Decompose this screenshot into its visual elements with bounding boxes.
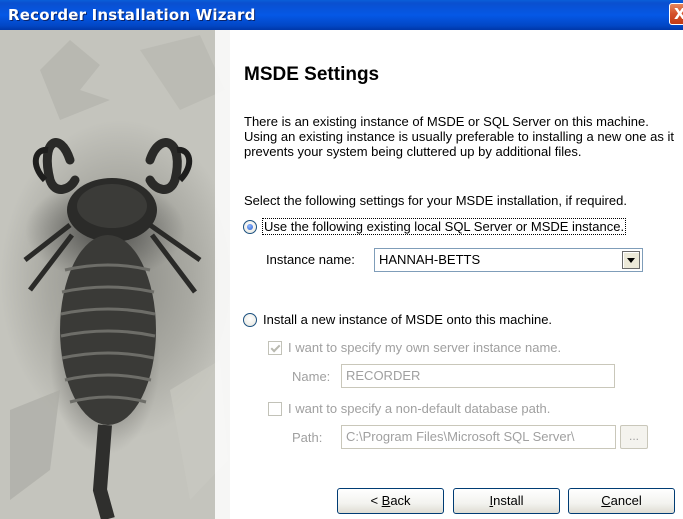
radio-existing-instance[interactable]: Use the following existing local SQL Ser…: [243, 218, 627, 235]
radio-new-label[interactable]: Install a new instance of MSDE onto this…: [263, 312, 552, 327]
side-illustration: [0, 30, 230, 519]
name-field[interactable]: RECORDER: [341, 364, 615, 388]
chevron-down-icon[interactable]: [622, 251, 640, 269]
checkbox-specify-path-box[interactable]: [268, 401, 282, 416]
back-button-prefix: <: [370, 493, 382, 508]
title-bar[interactable]: Recorder Installation Wizard X: [0, 0, 683, 30]
checkbox-specify-name-label[interactable]: I want to specify my own server instance…: [288, 340, 561, 355]
checkbox-specify-path-label[interactable]: I want to specify a non-default database…: [288, 401, 550, 416]
path-field-value: C:\Program Files\Microsoft SQL Server\: [346, 429, 575, 444]
install-button[interactable]: Install: [453, 488, 560, 514]
cancel-button-mnemonic: C: [601, 493, 611, 508]
wizard-window: Recorder Installation Wizard X MSDE Sett…: [0, 0, 683, 519]
radio-new-indicator[interactable]: [243, 312, 257, 327]
window-title: Recorder Installation Wizard: [8, 6, 256, 24]
select-prompt: Select the following settings for your M…: [244, 193, 627, 208]
radio-existing-indicator[interactable]: [243, 219, 257, 234]
instance-name-value: HANNAH-BETTS: [379, 252, 481, 267]
back-button-rest: ack: [390, 493, 411, 508]
name-field-value: RECORDER: [346, 368, 421, 383]
close-button[interactable]: X: [669, 3, 683, 25]
checkbox-specify-name[interactable]: I want to specify my own server instance…: [268, 340, 561, 355]
path-field[interactable]: C:\Program Files\Microsoft SQL Server\: [341, 425, 616, 449]
instance-name-label: Instance name:: [266, 252, 355, 267]
scorpion-illustration: [10, 30, 230, 519]
page-description: There is an existing instance of MSDE or…: [244, 114, 674, 159]
cancel-button[interactable]: Cancel: [568, 488, 675, 514]
name-label: Name:: [292, 369, 331, 384]
back-button[interactable]: < Back: [337, 488, 444, 514]
close-icon: X: [674, 5, 683, 23]
checkbox-specify-name-box[interactable]: [268, 340, 282, 355]
checkbox-specify-path[interactable]: I want to specify a non-default database…: [268, 401, 550, 416]
install-button-rest: nstall: [493, 493, 524, 508]
path-label: Path:: [292, 430, 323, 445]
radio-new-instance[interactable]: Install a new instance of MSDE onto this…: [243, 312, 552, 327]
browse-button[interactable]: ...: [620, 425, 648, 449]
radio-existing-label[interactable]: Use the following existing local SQL Ser…: [261, 218, 627, 235]
page-title: MSDE Settings: [244, 64, 380, 85]
instance-name-dropdown[interactable]: HANNAH-BETTS: [374, 248, 643, 272]
cancel-button-rest: ancel: [610, 493, 642, 508]
